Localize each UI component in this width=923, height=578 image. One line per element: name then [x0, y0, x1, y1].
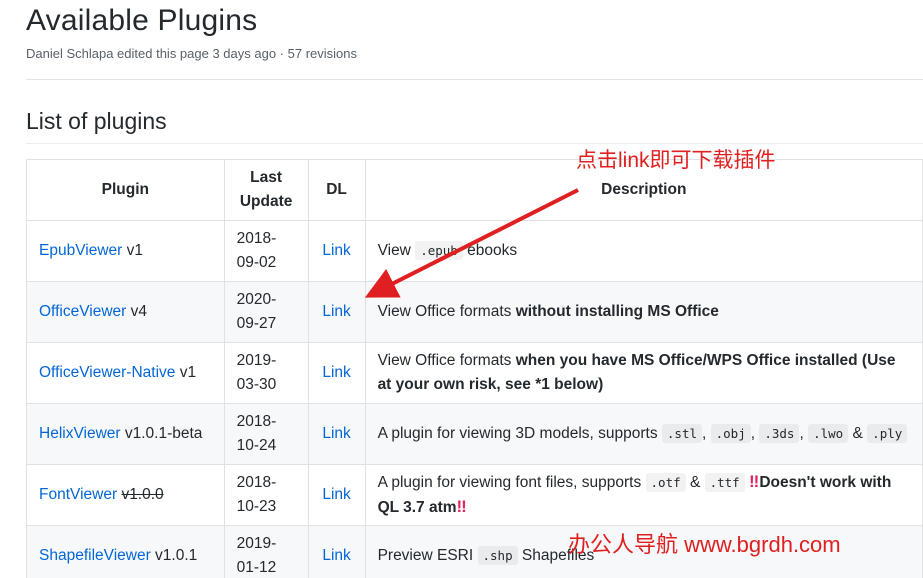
- date-part-1: 2018-: [236, 230, 277, 247]
- header-last-update-line1: Last: [250, 169, 283, 186]
- plugin-version: v1: [179, 364, 197, 381]
- annotation-top: 点击link即可下载插件: [576, 149, 776, 172]
- ext-code: .3ds: [759, 424, 800, 443]
- last-update-cell: 2019- 03-30: [223, 342, 309, 404]
- description-cell: View .epub ebooks: [364, 220, 923, 282]
- date-part-2: 03-30: [236, 376, 277, 393]
- table-row: HelixViewer v1.0.1-beta 2018- 10-24 Link…: [26, 403, 923, 465]
- plugin-version: v1.0.1: [155, 547, 198, 564]
- ext-code: .ttf: [704, 473, 745, 492]
- page-title: Available Plugins: [26, 4, 258, 37]
- download-link[interactable]: Link: [322, 242, 350, 259]
- date-part-2: 01-12: [236, 559, 277, 576]
- plugin-version: v1.0.1-beta: [124, 425, 203, 442]
- plugin-version: v1: [126, 242, 143, 259]
- desc-text: Preview ESRI: [377, 547, 474, 564]
- desc-text: ebooks: [467, 242, 518, 259]
- last-update-cell: 2018- 10-23: [223, 464, 309, 526]
- last-update-cell: 2018- 10-24: [223, 403, 309, 465]
- ext-code: .obj: [710, 424, 751, 443]
- plugin-name-link[interactable]: OfficeViewer-Native: [39, 364, 175, 381]
- table-header-row: Plugin Last Update DL Description: [26, 159, 923, 221]
- date-part-2: 10-24: [236, 437, 277, 454]
- desc-text: View: [377, 242, 411, 259]
- plugin-cell: EpubViewer v1: [26, 220, 225, 282]
- last-update-cell: 2018- 09-02: [223, 220, 309, 282]
- header-dl: DL: [307, 159, 366, 221]
- plugin-name-link[interactable]: FontViewer: [39, 486, 117, 503]
- ext-code: .otf: [645, 473, 686, 492]
- download-link[interactable]: Link: [322, 425, 350, 442]
- download-link[interactable]: Link: [322, 486, 350, 503]
- description-cell: View Office formats when you have MS Off…: [364, 342, 923, 404]
- ext-code: .lwo: [808, 424, 849, 443]
- last-update-cell: 2019- 01-12: [223, 525, 309, 578]
- section-title: List of plugins: [26, 108, 167, 134]
- plugin-cell: HelixViewer v1.0.1-beta: [26, 403, 225, 465]
- plugin-cell: FontViewer v1.0.0: [26, 464, 225, 526]
- table-row: EpubViewer v1 2018- 09-02 Link View .epu…: [26, 220, 923, 282]
- desc-text: View Office formats: [377, 303, 512, 320]
- wiki-page: Available Plugins Daniel Schlapa edited …: [0, 0, 923, 578]
- double-exclamation-icon: ‼: [749, 472, 760, 491]
- description-cell: View Office formats without installing M…: [364, 281, 923, 343]
- section-divider: [26, 143, 923, 144]
- dl-cell: Link: [307, 525, 366, 578]
- description-cell: A plugin for viewing 3D models, supports…: [364, 403, 923, 465]
- plugin-cell: OfficeViewer-Native v1: [26, 342, 225, 404]
- dl-cell: Link: [307, 281, 366, 343]
- plugin-name-link[interactable]: ShapefileViewer: [39, 547, 151, 564]
- download-link[interactable]: Link: [322, 364, 350, 381]
- desc-text: A plugin for viewing 3D models, supports: [377, 425, 658, 442]
- plugin-name-link[interactable]: OfficeViewer: [39, 303, 126, 320]
- download-link[interactable]: Link: [322, 547, 350, 564]
- table-row: OfficeViewer-Native v1 2019- 03-30 Link …: [26, 342, 923, 404]
- ext-code: .epub: [415, 241, 463, 260]
- date-part-1: 2018-: [236, 474, 277, 491]
- ext-code: .stl: [661, 424, 702, 443]
- desc-text: View Office formats: [377, 352, 512, 369]
- dl-cell: Link: [307, 403, 366, 465]
- date-part-2: 09-27: [236, 315, 277, 332]
- table-row: FontViewer v1.0.0 2018- 10-23 Link A plu…: [26, 464, 923, 526]
- plugin-cell: ShapefileViewer v1.0.1: [26, 525, 225, 578]
- description-cell: A plugin for viewing font files, support…: [364, 464, 923, 526]
- double-exclamation-icon: ‼: [456, 497, 467, 516]
- date-part-1: 2019-: [236, 352, 277, 369]
- header-last-update: Last Update: [223, 159, 309, 221]
- date-part-1: 2019-: [236, 535, 277, 552]
- ext-code: .shp: [477, 546, 518, 565]
- header-divider: [26, 79, 923, 80]
- date-part-1: 2018-: [236, 413, 277, 430]
- plugin-name-link[interactable]: HelixViewer: [39, 425, 121, 442]
- plugin-cell: OfficeViewer v4: [26, 281, 225, 343]
- date-part-2: 09-02: [236, 254, 277, 271]
- ext-code: .ply: [867, 424, 908, 443]
- plugin-name-link[interactable]: EpubViewer: [39, 242, 122, 259]
- date-part-2: 10-23: [236, 498, 277, 515]
- desc-strong: without installing MS Office: [515, 303, 719, 320]
- annotation-watermark: 办公人导航 www.bgrdh.com: [568, 532, 841, 557]
- header-last-update-line2: Update: [239, 193, 293, 210]
- dl-cell: Link: [307, 220, 366, 282]
- dl-cell: Link: [307, 464, 366, 526]
- plugins-table: Plugin Last Update DL Description EpubVi…: [26, 159, 923, 578]
- desc-amp: &: [852, 425, 863, 442]
- plugin-version: v1.0.0: [121, 486, 164, 503]
- date-part-1: 2020-: [236, 291, 277, 308]
- header-plugin: Plugin: [26, 159, 225, 221]
- page-revision-meta: Daniel Schlapa edited this page 3 days a…: [26, 46, 357, 61]
- dl-cell: Link: [307, 342, 366, 404]
- desc-text: A plugin for viewing font files, support…: [377, 474, 642, 491]
- download-link[interactable]: Link: [322, 303, 350, 320]
- plugin-version: v4: [130, 303, 147, 320]
- desc-amp: &: [689, 474, 701, 491]
- last-update-cell: 2020- 09-27: [223, 281, 309, 343]
- table-row: OfficeViewer v4 2020- 09-27 Link View Of…: [26, 281, 923, 343]
